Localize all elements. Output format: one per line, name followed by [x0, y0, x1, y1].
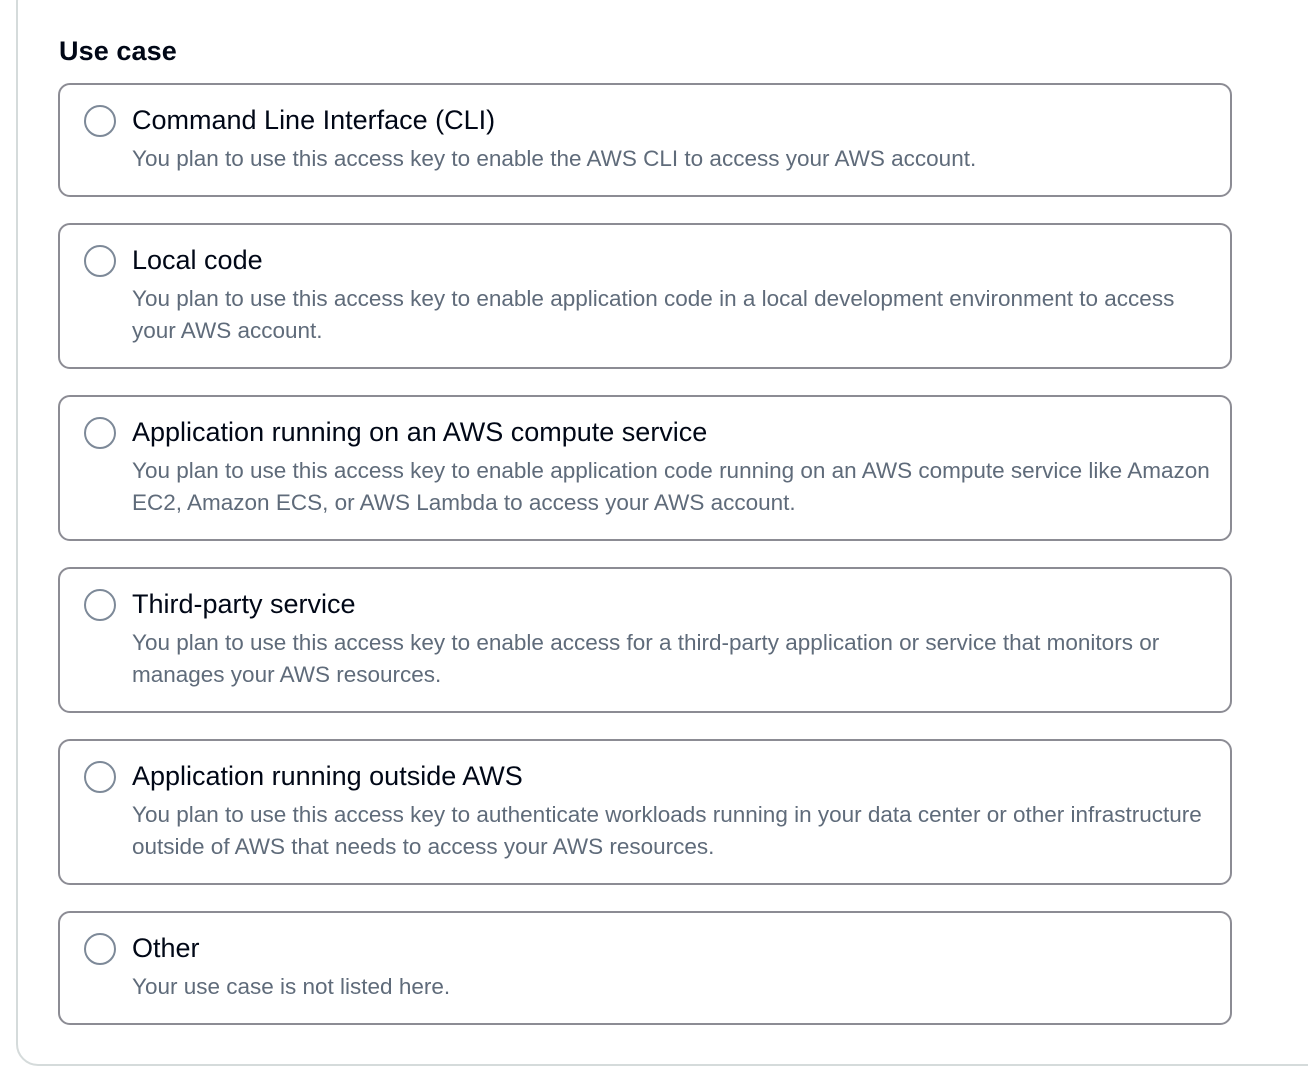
- radio-other[interactable]: [84, 933, 116, 965]
- option-aws-compute-title: Application running on an AWS compute se…: [132, 417, 708, 447]
- radio-local-code[interactable]: [84, 245, 116, 277]
- option-other[interactable]: Other Your use case is not listed here.: [58, 911, 1232, 1025]
- option-outside-aws[interactable]: Application running outside AWS You plan…: [58, 739, 1232, 885]
- option-aws-compute-description: You plan to use this access key to enabl…: [132, 458, 1210, 515]
- option-third-party[interactable]: Third-party service You plan to use this…: [58, 567, 1232, 713]
- radio-aws-compute[interactable]: [84, 417, 116, 449]
- radio-outside-aws[interactable]: [84, 761, 116, 793]
- option-other-description: Your use case is not listed here.: [132, 974, 451, 999]
- option-cli[interactable]: Command Line Interface (CLI) You plan to…: [58, 83, 1232, 197]
- option-outside-aws-title: Application running outside AWS: [132, 761, 523, 791]
- option-outside-aws-description: You plan to use this access key to authe…: [132, 802, 1202, 859]
- option-local-code-title: Local code: [132, 245, 263, 275]
- option-cli-title: Command Line Interface (CLI): [132, 105, 496, 135]
- option-third-party-title: Third-party service: [132, 589, 356, 619]
- option-other-title: Other: [132, 933, 200, 963]
- option-local-code[interactable]: Local code You plan to use this access k…: [58, 223, 1232, 369]
- option-local-code-description: You plan to use this access key to enabl…: [132, 286, 1175, 343]
- option-aws-compute[interactable]: Application running on an AWS compute se…: [58, 395, 1232, 541]
- option-cli-description: You plan to use this access key to enabl…: [132, 146, 977, 171]
- option-third-party-description: You plan to use this access key to enabl…: [132, 630, 1160, 687]
- radio-third-party[interactable]: [84, 589, 116, 621]
- use-case-label: Use case: [59, 36, 177, 66]
- radio-cli[interactable]: [84, 105, 116, 137]
